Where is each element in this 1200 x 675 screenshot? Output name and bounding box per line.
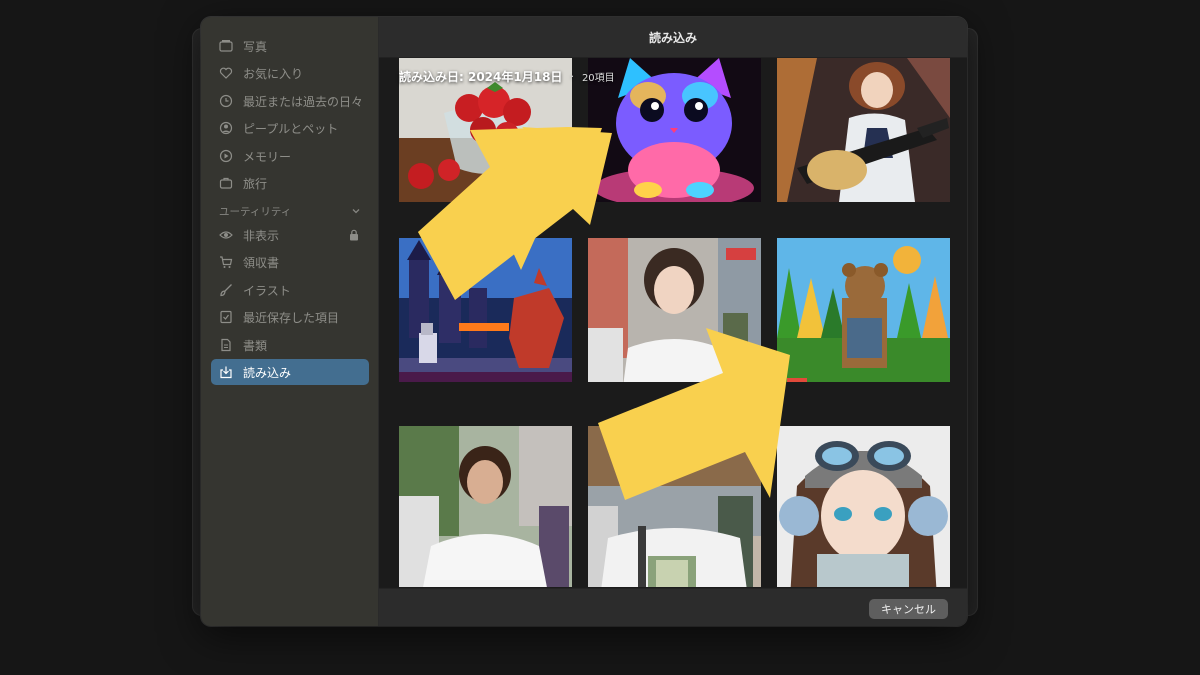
sidebar-item-label: 読み込み: [243, 365, 292, 380]
photo-grid: 読み込み日: 2024年1月18日 · 20項目: [379, 58, 967, 587]
anime-aviator-girl-illustration: [777, 426, 950, 587]
woman-street-photo: [588, 238, 761, 382]
toy-brick-bear-illustration: [777, 238, 950, 382]
thumbnail-woman-tshirt[interactable]: [588, 426, 761, 587]
thumbnail-woman-street[interactable]: [588, 238, 761, 382]
woman-tshirt-photo: [588, 426, 761, 587]
thumbnail-pixel-knight[interactable]: [399, 238, 572, 382]
import-dialog: 写真 お気に入り 最近または過去の日々 ピープルとペット メモリー 旅行 ユーテ…: [201, 17, 967, 626]
short-hair-woman-photo: [399, 426, 572, 587]
thumbnail-aviator-girl[interactable]: [777, 426, 950, 587]
thumbnail-guitarist[interactable]: [777, 58, 950, 202]
sidebar-item-imports[interactable]: 読み込み: [211, 359, 369, 385]
import-date-title: 読み込み日: 2024年1月18日: [399, 69, 563, 84]
thumbnail-short-hair-woman[interactable]: [399, 426, 572, 587]
dialog-title: 読み込み: [648, 30, 697, 45]
grid-header: 読み込み日: 2024年1月18日 · 20項目: [399, 67, 615, 85]
cancel-button[interactable]: キャンセル: [869, 599, 948, 619]
import-icon: [220, 366, 232, 379]
item-count: 20項目: [581, 72, 615, 84]
anime-guitarist-illustration: [777, 58, 950, 202]
sidebar: 写真 お気に入り 最近または過去の日々 ピープルとペット メモリー 旅行 ユーテ…: [201, 17, 379, 626]
pixel-knight-dragon-illustration: [399, 238, 572, 382]
dialog-footer: キャンセル: [379, 588, 967, 626]
header-separator: ·: [570, 69, 574, 83]
thumbnail-toy-bear[interactable]: [777, 238, 950, 382]
dialog-titlebar: 読み込み: [379, 17, 967, 58]
